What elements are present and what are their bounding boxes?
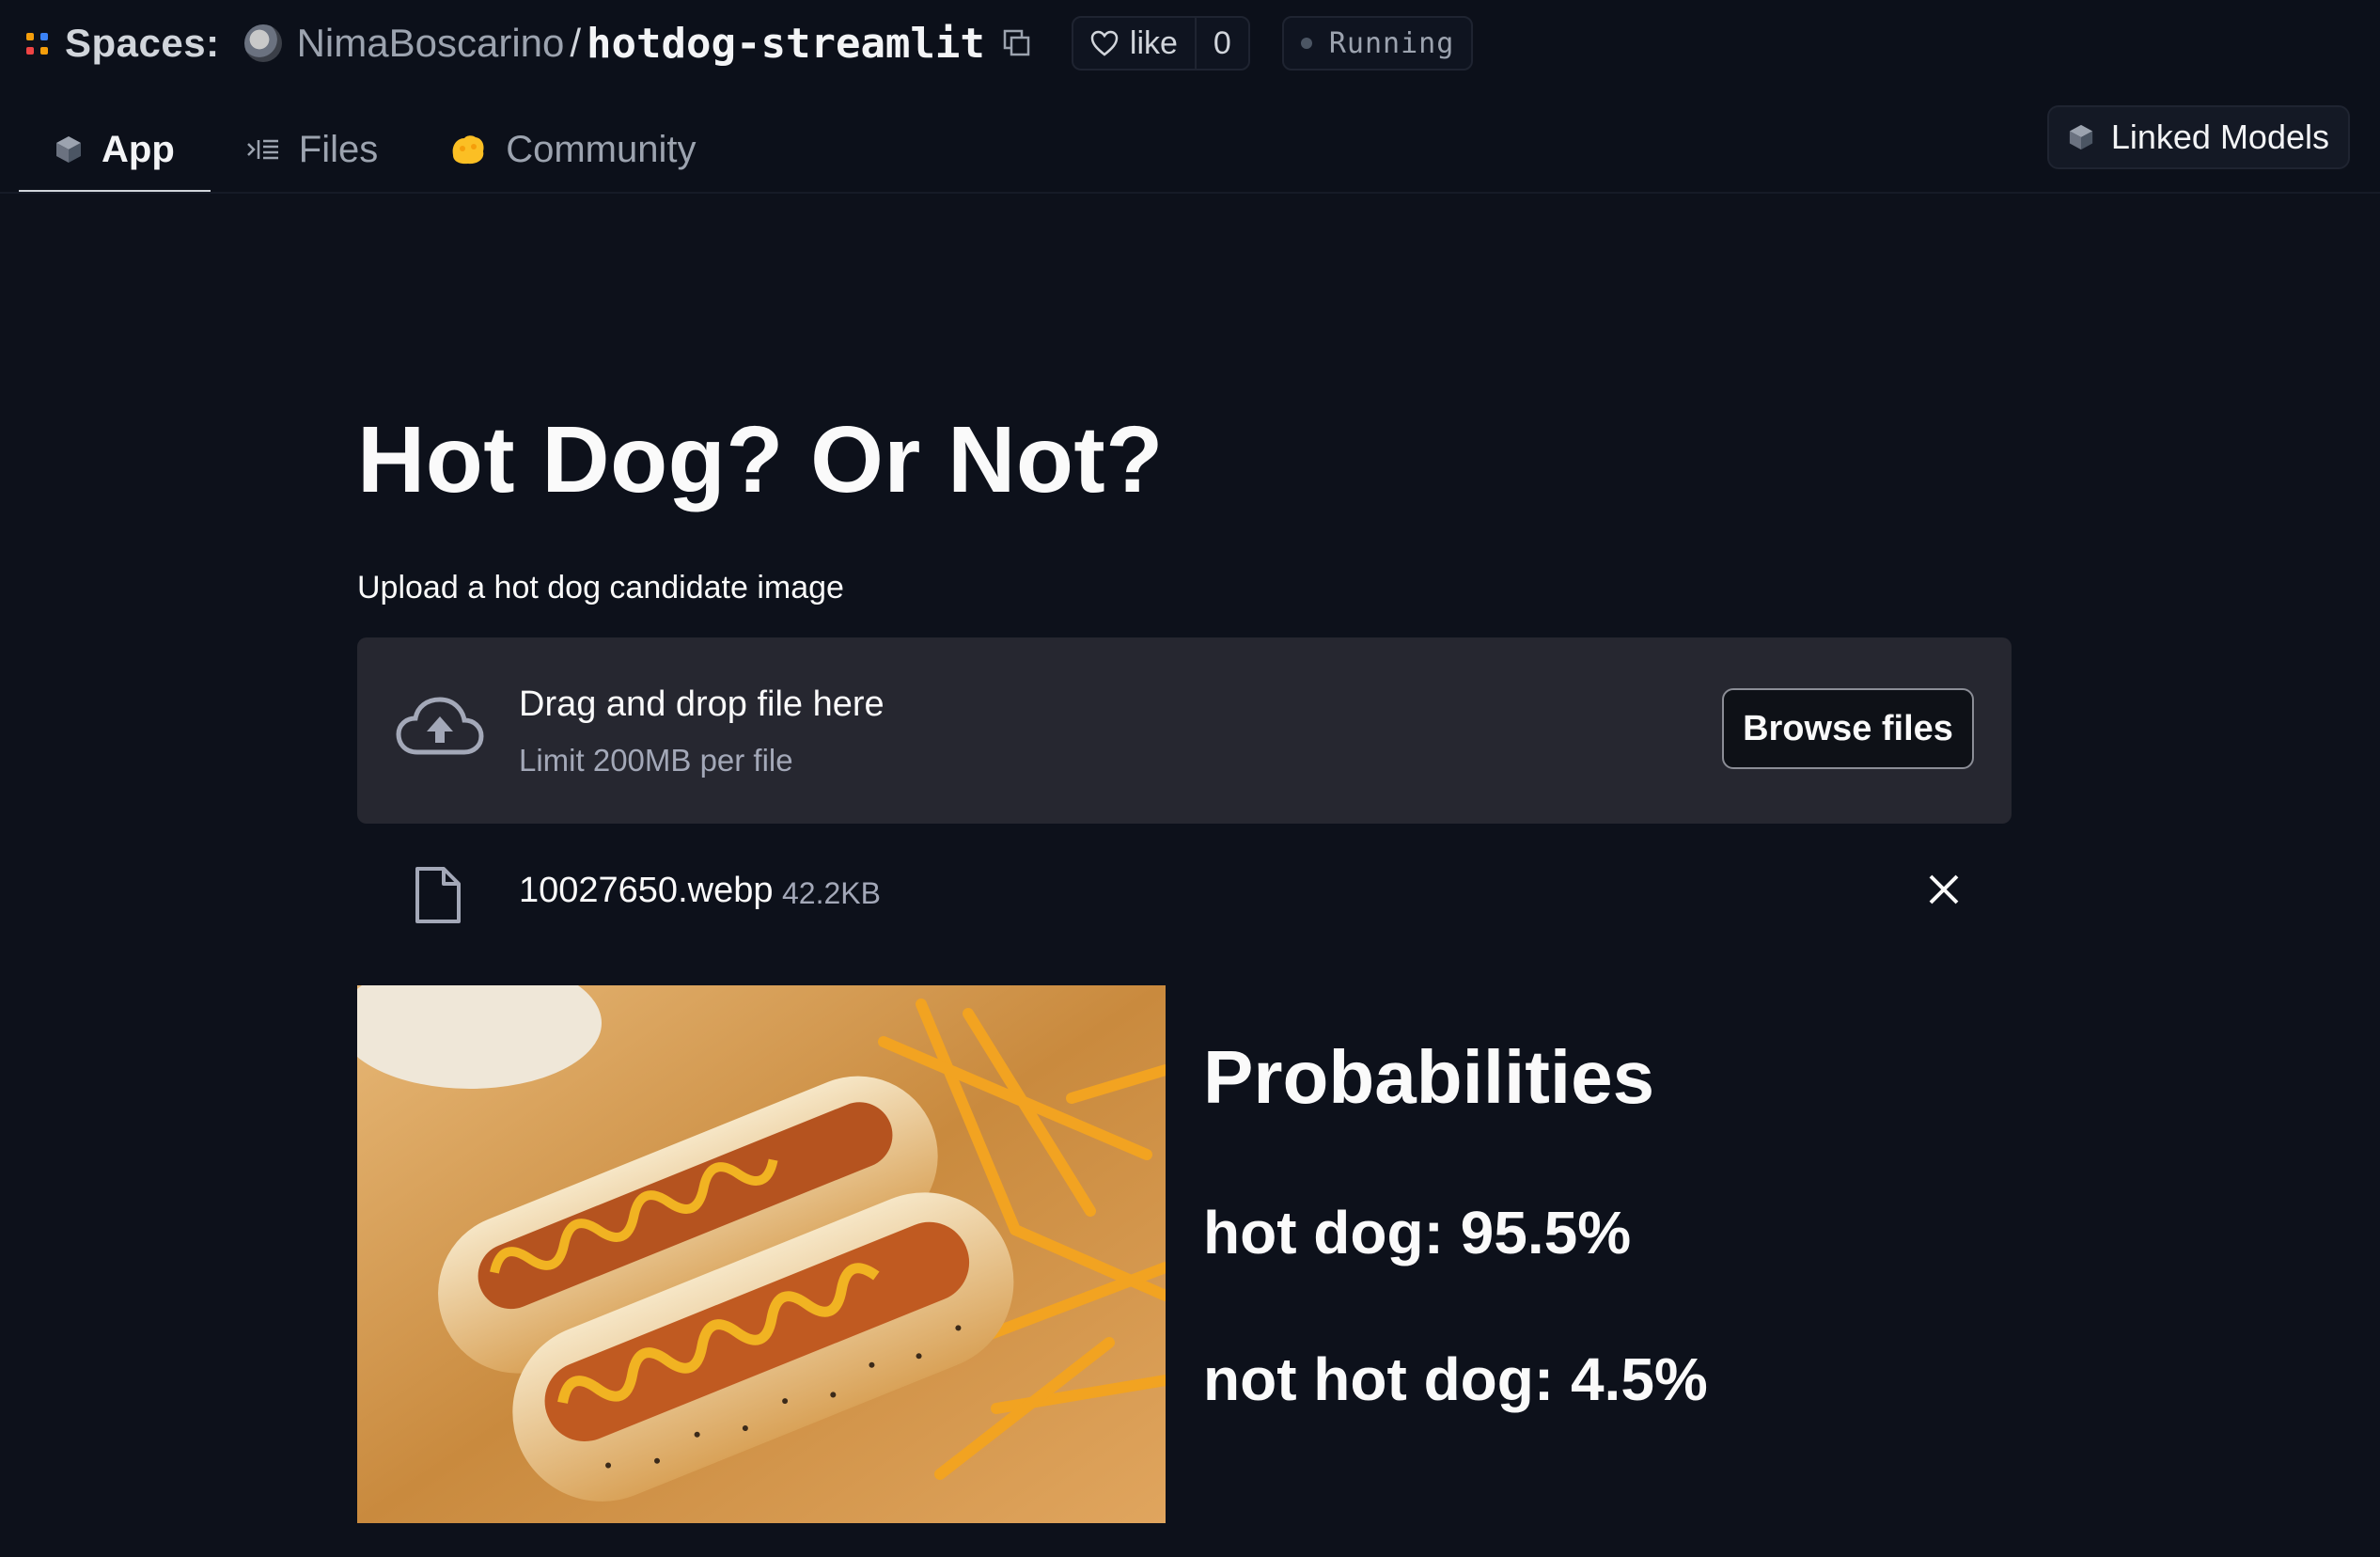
- repo-name-link[interactable]: hotdog-streamlit: [587, 20, 985, 68]
- not-hot-dog-probability: not hot dog: 4.5%: [1203, 1345, 1708, 1413]
- like-count[interactable]: 0: [1197, 25, 1248, 62]
- tab-community-label: Community: [506, 128, 697, 170]
- upload-label: Upload a hot dog candidate image: [357, 570, 844, 606]
- repo-separator: /: [570, 21, 582, 65]
- tab-app[interactable]: App: [19, 105, 211, 194]
- tab-community[interactable]: Community: [414, 105, 731, 194]
- close-icon[interactable]: [1925, 871, 1963, 913]
- page-title: Hot Dog? Or Not?: [357, 407, 1164, 512]
- copy-icon[interactable]: [1000, 26, 1034, 60]
- owner-avatar: [243, 24, 282, 62]
- probabilities-heading: Probabilities: [1203, 1035, 1655, 1119]
- heart-icon: [1090, 30, 1119, 56]
- cube-icon: [2068, 123, 2094, 151]
- uploaded-file-row: 10027650.webp 42.2KB: [357, 844, 2012, 936]
- space-title-row: Spaces: NimaBoscarino / hotdog-streamlit…: [26, 13, 1474, 73]
- space-tabs: App Files Community: [19, 105, 731, 194]
- linked-models-label: Linked Models: [2110, 118, 2329, 156]
- cube-icon: [55, 134, 83, 165]
- tab-app-label: App: [102, 128, 175, 170]
- browse-files-button[interactable]: Browse files: [1722, 688, 1974, 769]
- status-dot-icon: [1300, 38, 1312, 49]
- linked-models-button[interactable]: Linked Models: [2046, 105, 2350, 169]
- community-icon: [449, 133, 487, 166]
- file-dropzone[interactable]: Drag and drop file here Limit 200MB per …: [357, 637, 2012, 824]
- status-badge[interactable]: Running: [1281, 16, 1474, 71]
- spaces-logo-icon[interactable]: [26, 32, 48, 55]
- drop-limit-text: Limit 200MB per file: [519, 743, 793, 778]
- file-name: 10027650.webp: [519, 871, 774, 910]
- spaces-header: Spaces: NimaBoscarino / hotdog-streamlit…: [0, 0, 2380, 194]
- like-widget: like 0: [1071, 16, 1250, 71]
- owner-link[interactable]: NimaBoscarino: [297, 21, 565, 66]
- hot-dog-probability: hot dog: 95.5%: [1203, 1199, 1632, 1266]
- spaces-link[interactable]: Spaces:: [65, 21, 220, 66]
- tab-files-label: Files: [298, 128, 379, 170]
- header-divider: [0, 192, 2380, 194]
- like-label: like: [1129, 24, 1178, 61]
- uploaded-hotdog-image: [357, 985, 1166, 1523]
- file-size: 42.2KB: [782, 876, 881, 910]
- status-text: Running: [1328, 26, 1455, 60]
- file-icon: [414, 865, 462, 930]
- cloud-upload-icon: [395, 696, 485, 763]
- like-button[interactable]: like: [1073, 18, 1197, 69]
- drop-instruction: Drag and drop file here: [519, 684, 885, 724]
- files-icon: [246, 137, 280, 162]
- tab-files[interactable]: Files: [211, 105, 414, 194]
